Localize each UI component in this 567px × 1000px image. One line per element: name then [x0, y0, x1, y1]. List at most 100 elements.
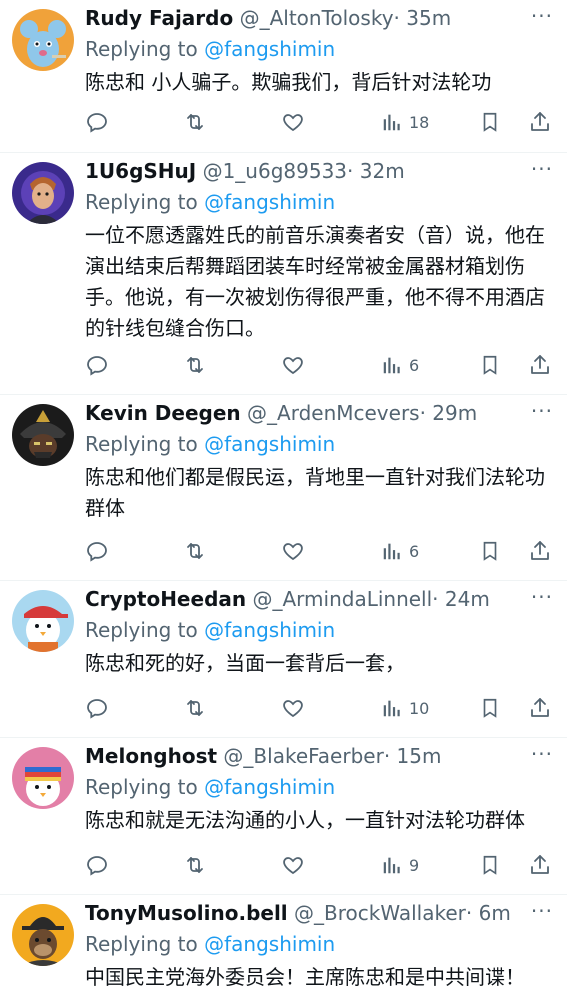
more-options-icon[interactable]: ··· [531, 585, 553, 609]
replying-to-label: Replying to [85, 618, 205, 642]
blue-mouse-cartoon-avatar-icon[interactable] [12, 9, 74, 71]
bookmark-button[interactable] [479, 351, 501, 379]
timestamp[interactable]: · 35m [394, 6, 452, 30]
action-bar: 6 [85, 351, 553, 379]
display-name[interactable]: Rudy Fajardo [85, 6, 233, 30]
replying-to-mention[interactable]: @fangshimin [204, 432, 335, 456]
retweet-button[interactable] [183, 108, 207, 136]
replying-to-label: Replying to [85, 190, 205, 214]
bookmark-button[interactable] [479, 537, 501, 565]
replying-to-mention[interactable]: @fangshimin [204, 190, 335, 214]
reply-tweet[interactable]: CryptoHeedan @_ArmindaLinnell· 24m ··· R… [0, 581, 567, 738]
timestamp[interactable]: · 6m [466, 901, 511, 925]
more-options-icon[interactable]: ··· [531, 157, 553, 181]
share-button[interactable] [528, 851, 552, 879]
user-handle[interactable]: @_BlakeFaerber [223, 744, 383, 768]
share-icon [528, 110, 552, 134]
like-button[interactable] [281, 537, 305, 565]
display-name[interactable]: TonyMusolino.bell [85, 901, 288, 925]
replying-to-mention[interactable]: @fangshimin [204, 37, 335, 61]
penguin-striped-hat-avatar-icon[interactable] [12, 747, 74, 809]
replying-to-label: Replying to [85, 775, 205, 799]
timestamp[interactable]: · 32m [347, 159, 405, 183]
display-name[interactable]: Melonghost [85, 744, 217, 768]
reply-icon [85, 110, 109, 134]
user-handle[interactable]: @1_u6g89533 [203, 159, 347, 183]
reply-header: Kevin Deegen @_ArdenMcevers· 29m [85, 399, 527, 427]
display-name[interactable]: 1U6gSHuJ [85, 159, 196, 183]
3d-character-avatar-icon[interactable] [12, 162, 74, 224]
timestamp[interactable]: · 29m [420, 401, 478, 425]
retweet-icon [183, 539, 207, 563]
ape-fedora-avatar-icon[interactable] [12, 904, 74, 966]
like-button[interactable] [281, 851, 305, 879]
reply-header: Melonghost @_BlakeFaerber· 15m [85, 742, 527, 770]
bookmark-button[interactable] [479, 851, 501, 879]
share-button[interactable] [528, 694, 552, 722]
user-handle[interactable]: @_ArmindaLinnell [252, 587, 432, 611]
views-count: 10 [409, 698, 430, 718]
reply-tweet[interactable]: Rudy Fajardo @_AltonTolosky· 35m ··· Rep… [0, 0, 567, 153]
reply-tweet[interactable]: Kevin Deegen @_ArdenMcevers· 29m ··· Rep… [0, 395, 567, 581]
display-name[interactable]: Kevin Deegen [85, 401, 241, 425]
action-bar: 9 [85, 851, 553, 879]
bookmark-button[interactable] [479, 108, 501, 136]
views-button[interactable]: 10 [381, 694, 429, 722]
retweet-button[interactable] [183, 851, 207, 879]
user-handle[interactable]: @_ArdenMcevers [247, 401, 420, 425]
views-button[interactable]: 6 [381, 537, 419, 565]
views-button[interactable]: 18 [381, 108, 429, 136]
views-icon [381, 354, 403, 376]
samurai-helmet-avatar-icon[interactable] [12, 404, 74, 466]
reply-button[interactable] [85, 537, 109, 565]
reply-header: Rudy Fajardo @_AltonTolosky· 35m [85, 4, 527, 32]
views-button[interactable]: 6 [381, 351, 419, 379]
reply-button[interactable] [85, 108, 109, 136]
retweet-button[interactable] [183, 694, 207, 722]
reply-text: 陈忠和 小人骗子。欺骗我们，背后针对法轮功 [85, 70, 492, 94]
views-count: 9 [409, 855, 420, 875]
retweet-button[interactable] [183, 351, 207, 379]
more-options-icon[interactable]: ··· [531, 399, 553, 423]
more-options-icon[interactable]: ··· [531, 4, 553, 28]
reply-button[interactable] [85, 351, 109, 379]
reply-tweet[interactable]: Melonghost @_BlakeFaerber· 15m ··· Reply… [0, 738, 567, 895]
reply-button[interactable] [85, 694, 109, 722]
share-button[interactable] [528, 351, 552, 379]
like-button[interactable] [281, 694, 305, 722]
reply-tweet[interactable]: TonyMusolino.bell @_BrockWallaker· 6m ··… [0, 895, 567, 1000]
views-icon [381, 540, 403, 562]
more-options-icon[interactable]: ··· [531, 742, 553, 766]
share-button[interactable] [528, 537, 552, 565]
user-handle[interactable]: @_BrockWallaker [294, 901, 466, 925]
reply-tweet[interactable]: 1U6gSHuJ @1_u6g89533· 32m ··· Replying t… [0, 153, 567, 395]
replying-to-mention[interactable]: @fangshimin [204, 932, 335, 956]
replying-to-mention[interactable]: @fangshimin [204, 775, 335, 799]
views-count: 6 [409, 355, 420, 375]
reply-header: 1U6gSHuJ @1_u6g89533· 32m [85, 157, 527, 185]
retweet-icon [183, 353, 207, 377]
reply-button[interactable] [85, 851, 109, 879]
penguin-red-cap-avatar-icon[interactable] [12, 590, 74, 652]
user-handle[interactable]: @_AltonTolosky [240, 6, 394, 30]
share-button[interactable] [528, 108, 552, 136]
display-name[interactable]: CryptoHeedan [85, 587, 246, 611]
action-bar: 10 [85, 694, 553, 722]
timestamp[interactable]: · 24m [432, 587, 490, 611]
action-bar: 18 [85, 108, 553, 136]
like-icon [281, 110, 305, 134]
timestamp[interactable]: · 15m [384, 744, 442, 768]
replying-to-label: Replying to [85, 432, 205, 456]
more-options-icon[interactable]: ··· [531, 899, 553, 923]
retweet-icon [183, 696, 207, 720]
like-button[interactable] [281, 108, 305, 136]
reply-header: TonyMusolino.bell @_BrockWallaker· 6m [85, 899, 527, 927]
replying-to-mention[interactable]: @fangshimin [204, 618, 335, 642]
reply-text: 陈忠和他们都是假民运，背地里一直针对我们法轮功群体 [85, 465, 545, 520]
like-button[interactable] [281, 351, 305, 379]
bookmark-button[interactable] [479, 694, 501, 722]
reply-text: 一位不愿透露姓氏的前音乐演奏者安（音）说，他在演出结束后帮舞蹈团装车时经常被金属… [85, 223, 545, 340]
replying-to-label: Replying to [85, 932, 205, 956]
views-button[interactable]: 9 [381, 851, 419, 879]
retweet-button[interactable] [183, 537, 207, 565]
